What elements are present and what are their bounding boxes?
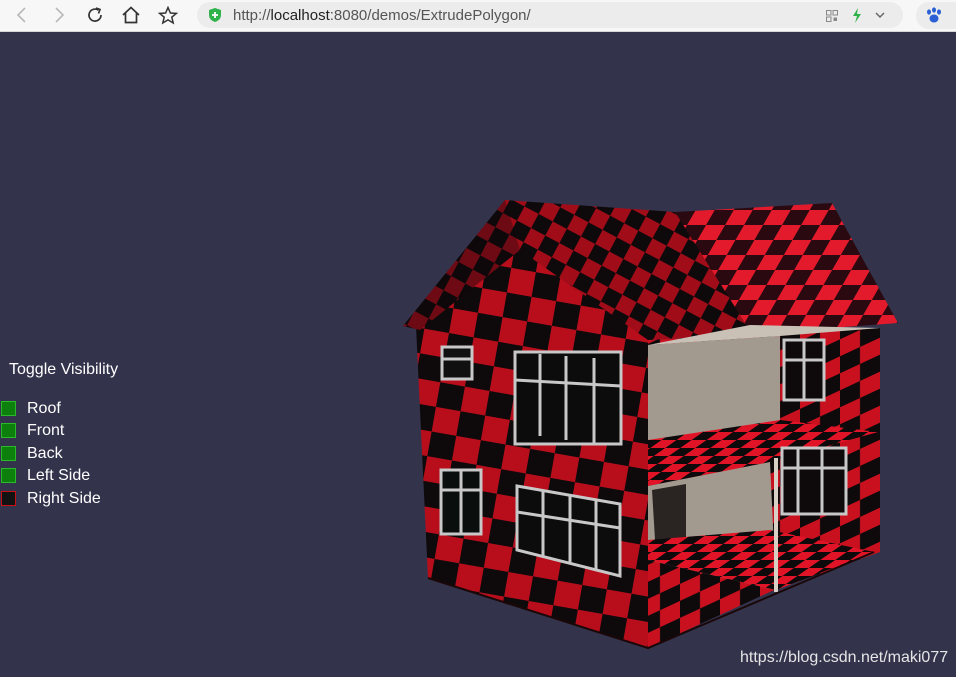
window-right-lower: [780, 446, 848, 516]
reload-icon: [88, 7, 102, 22]
home-button[interactable]: [118, 3, 144, 27]
window-front-small-lower: [439, 468, 483, 536]
url-text[interactable]: http://localhost:8080/demos/ExtrudePolyg…: [233, 7, 531, 24]
reload-button[interactable]: [82, 3, 108, 27]
back-arrow-icon: [16, 7, 26, 23]
url-path: :8080/demos/ExtrudePolygon/: [329, 7, 531, 24]
address-bar[interactable]: http://localhost:8080/demos/ExtrudePolyg…: [197, 2, 903, 28]
toggle-back[interactable]: Back: [0, 445, 140, 465]
house-3d-scene[interactable]: [0, 32, 956, 677]
toggle-left-side-label: Left Side: [27, 467, 91, 484]
home-icon: [122, 6, 140, 24]
checkbox-front[interactable]: [1, 423, 16, 438]
chevron-down-icon[interactable]: [875, 12, 885, 19]
checkbox-roof[interactable]: [1, 401, 16, 416]
lightning-icon[interactable]: [852, 8, 862, 23]
toggle-front-label: Front: [27, 422, 65, 439]
shield-icon: [209, 8, 221, 22]
url-scheme: http://: [233, 7, 271, 24]
paw-icon: [927, 7, 941, 23]
star-icon: [158, 5, 178, 25]
watermark: https://blog.csdn.net/maki077: [740, 649, 949, 666]
toggle-roof[interactable]: Roof: [0, 400, 140, 420]
checkbox-left-side[interactable]: [1, 468, 16, 483]
toggle-roof-label: Roof: [27, 400, 61, 417]
forward-arrow-icon: [55, 7, 65, 23]
window-front-small-upper: [440, 345, 474, 381]
window-right-upper: [782, 338, 826, 402]
checkbox-back[interactable]: [1, 446, 16, 461]
toggle-left-side[interactable]: Left Side: [0, 467, 140, 487]
browser-toolbar: http://localhost:8080/demos/ExtrudePolyg…: [0, 0, 956, 32]
forward-button[interactable]: [46, 3, 72, 27]
bookmark-button[interactable]: [155, 3, 181, 27]
checkbox-right-side[interactable]: [1, 491, 16, 506]
toggle-back-label: Back: [27, 445, 63, 462]
back-button[interactable]: [9, 3, 35, 27]
qr-icon[interactable]: [826, 10, 838, 22]
toggle-right-side-label: Right Side: [27, 490, 101, 507]
url-host: localhost: [270, 7, 330, 24]
panel-title: Toggle Visibility: [9, 361, 119, 378]
search-engine-button[interactable]: [916, 2, 956, 29]
toggle-front[interactable]: Front: [0, 422, 140, 442]
window-front-large-upper: [513, 350, 623, 446]
toggle-right-side[interactable]: Right Side: [0, 490, 140, 510]
